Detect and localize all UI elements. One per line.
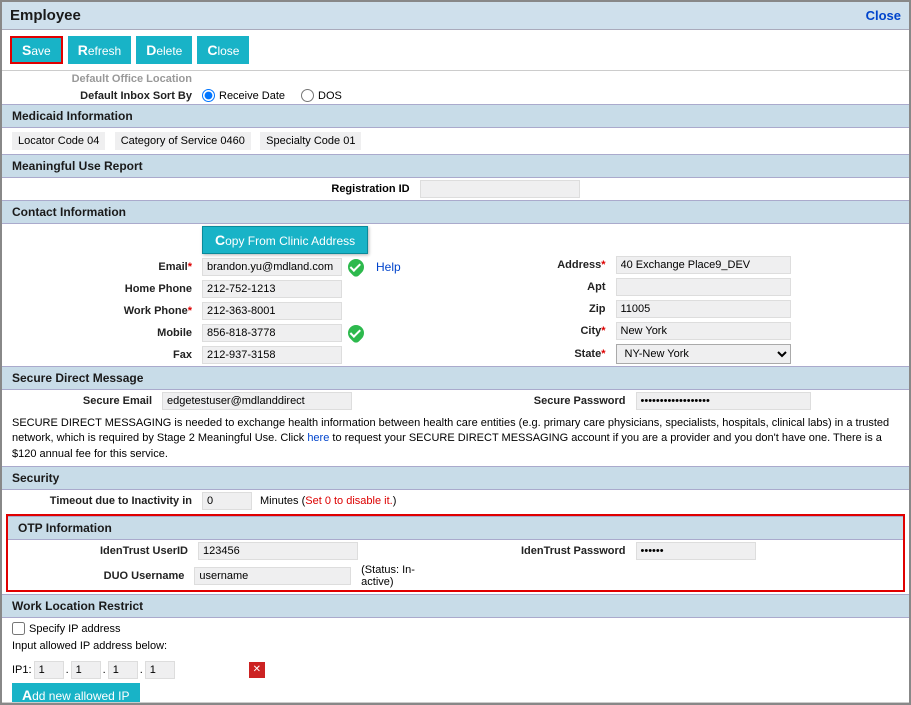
state-select[interactable]: NY-New York (616, 344, 791, 364)
locator-code: Locator Code 04 (12, 132, 105, 150)
security-section-header: Security (2, 466, 909, 490)
delete-ip-button[interactable]: ✕ (249, 662, 265, 678)
apt-input[interactable] (616, 278, 791, 296)
email-input[interactable] (202, 258, 342, 276)
request-account-link[interactable]: here (307, 432, 329, 444)
category-of-service: Category of Service 0460 (115, 132, 251, 150)
refresh-button[interactable]: Refresh (68, 36, 131, 64)
window-close-button[interactable]: Close (866, 8, 901, 23)
secure-email-input[interactable] (162, 392, 352, 410)
close-button[interactable]: Close (197, 36, 249, 64)
home-phone-input[interactable] (202, 280, 342, 298)
specialty-code: Specialty Code 01 (260, 132, 361, 150)
city-label: City* (466, 325, 616, 337)
save-button[interactable]: Save (12, 38, 61, 62)
ip1-label: IP1: (12, 664, 32, 676)
copy-from-clinic-button[interactable]: Copy From Clinic Address (202, 226, 368, 254)
fax-input[interactable] (202, 346, 342, 364)
ip1-octet-4[interactable] (145, 661, 175, 679)
registration-id-input[interactable] (420, 180, 580, 198)
otp-highlight-box: OTP Information IdenTrust UserID DUO Use… (6, 514, 905, 592)
zip-input[interactable] (616, 300, 791, 318)
state-label: State* (466, 348, 616, 360)
secure-email-label: Secure Email (12, 395, 162, 407)
receive-date-label: Receive Date (219, 90, 285, 102)
dos-label: DOS (318, 90, 342, 102)
medicaid-section-header: Medicaid Information (2, 104, 909, 128)
work-phone-input[interactable] (202, 302, 342, 320)
work-location-section-header: Work Location Restrict (2, 594, 909, 618)
secure-message-section-header: Secure Direct Message (2, 366, 909, 390)
content-area[interactable]: Default Office Location Default Inbox So… (2, 71, 909, 702)
mobile-input[interactable] (202, 324, 342, 342)
timeout-label: Timeout due to Inactivity in (12, 495, 202, 507)
check-icon (345, 322, 368, 345)
otp-section-header: OTP Information (8, 516, 903, 540)
secure-password-label: Secure Password (466, 395, 636, 407)
identrust-userid-label: IdenTrust UserID (18, 545, 198, 557)
home-phone-label: Home Phone (12, 283, 202, 295)
fax-label: Fax (12, 349, 202, 361)
check-icon (345, 256, 368, 279)
save-button-highlight: Save (10, 36, 63, 64)
identrust-password-label: IdenTrust Password (466, 545, 636, 557)
dos-radio[interactable] (301, 89, 314, 102)
apt-label: Apt (466, 281, 616, 293)
specify-ip-checkbox[interactable] (12, 622, 25, 635)
identrust-password-input[interactable] (636, 542, 756, 560)
timeout-input[interactable] (202, 492, 252, 510)
mobile-label: Mobile (12, 327, 202, 339)
specify-ip-label: Specify IP address (29, 623, 121, 635)
work-phone-label: Work Phone* (12, 305, 202, 317)
address-input[interactable] (616, 256, 791, 274)
duo-username-label: DUO Username (18, 570, 194, 582)
receive-date-radio[interactable] (202, 89, 215, 102)
window-title: Employee (10, 7, 81, 24)
default-office-location-label: Default Office Location (12, 73, 202, 85)
input-allowed-ip-label: Input allowed IP address below: (2, 639, 909, 658)
secure-password-input[interactable] (636, 392, 811, 410)
contact-section-header: Contact Information (2, 200, 909, 224)
add-new-ip-button[interactable]: Add new allowed IP (12, 683, 140, 702)
identrust-userid-input[interactable] (198, 542, 358, 560)
address-label: Address* (466, 259, 616, 271)
ip1-octet-1[interactable] (34, 661, 64, 679)
zip-label: Zip (466, 303, 616, 315)
meaningful-use-section-header: Meaningful Use Report (2, 154, 909, 178)
toolbar: Save Refresh Delete Close (2, 30, 909, 71)
ip1-octet-2[interactable] (71, 661, 101, 679)
registration-id-label: Registration ID (331, 183, 409, 195)
duo-status: (Status: In-active) (361, 564, 445, 588)
ip1-octet-3[interactable] (108, 661, 138, 679)
email-label: Email* (12, 261, 202, 273)
city-input[interactable] (616, 322, 791, 340)
duo-username-input[interactable] (194, 567, 351, 585)
delete-button[interactable]: Delete (136, 36, 192, 64)
help-link[interactable]: Help (376, 260, 401, 274)
default-inbox-sort-label: Default Inbox Sort By (12, 90, 202, 102)
timeout-hint: Set 0 to disable it. (305, 495, 392, 507)
secure-message-description: SECURE DIRECT MESSAGING is needed to exc… (2, 412, 909, 466)
